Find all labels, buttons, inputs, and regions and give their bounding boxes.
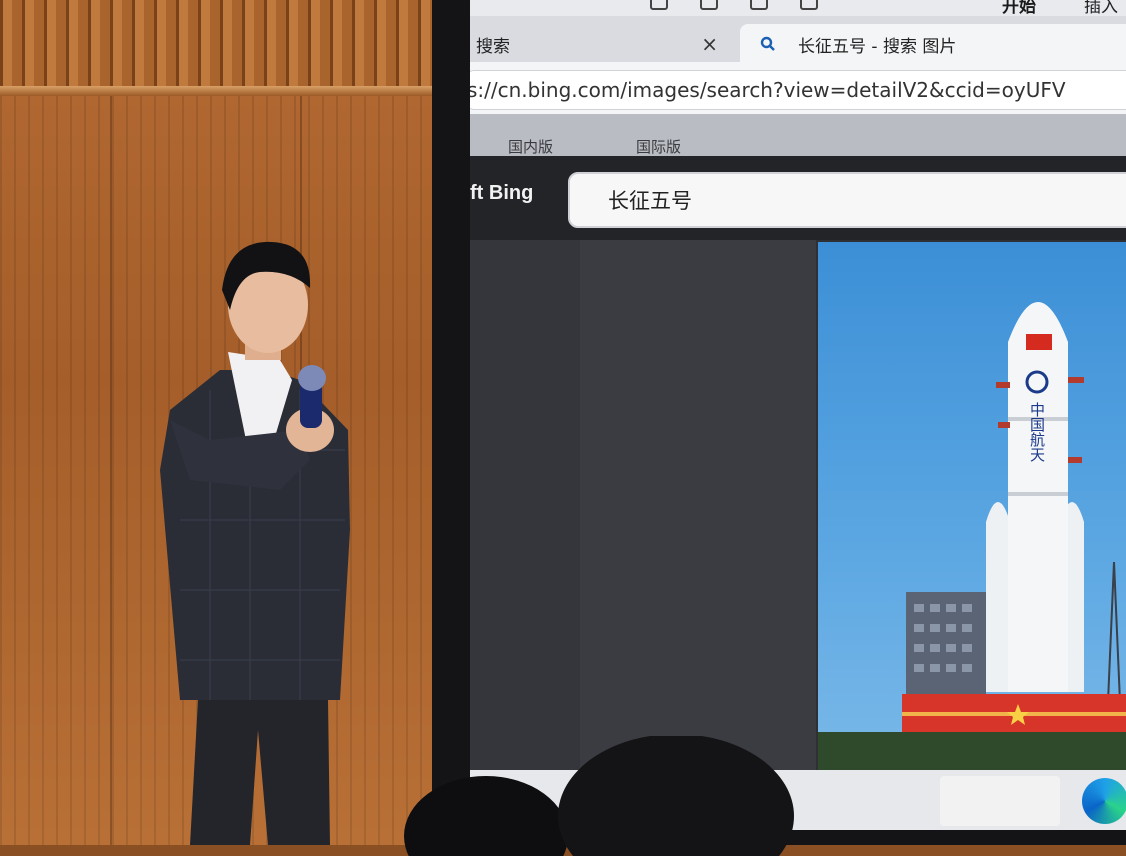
detail-info-panel: [580, 240, 816, 770]
image-detail-view: 中国航天: [470, 240, 1126, 774]
bing-market-nav: 国内版 国际版: [470, 114, 1126, 160]
rocket-illustration: 中国航天: [818, 302, 1126, 774]
lightning-tower: [1106, 561, 1122, 703]
core-stage: [1008, 302, 1068, 692]
audience-head: [558, 736, 794, 856]
tab-changzheng-images[interactable]: 长征五号 - 搜索 图片: [740, 24, 1126, 64]
audience-head: [404, 776, 568, 856]
detail-side-panel: [470, 240, 580, 770]
microphone-head: [298, 365, 326, 391]
treeline: [818, 732, 1126, 774]
ribbon-tab-start[interactable]: 开始: [1002, 0, 1036, 16]
presenter: [160, 241, 350, 845]
wall-panel-seam: [110, 96, 112, 845]
edge-browser-icon[interactable]: [1082, 778, 1126, 824]
presenter-trousers: [190, 700, 330, 845]
nav-item-domestic[interactable]: 国内版: [508, 136, 553, 157]
tab-title: 搜索: [476, 36, 510, 57]
tab-search[interactable]: 搜索 ×: [470, 24, 732, 64]
bing-search-box[interactable]: [568, 172, 1126, 228]
taskbar-thumbnail[interactable]: [940, 776, 1060, 826]
address-row: s://cn.bing.com/images/search?view=detai…: [470, 62, 1126, 114]
left-booster: [986, 502, 1010, 692]
wall-rail: [0, 86, 440, 96]
ribbon-icon[interactable]: [650, 0, 668, 10]
ribbon-tab-insert[interactable]: 插入: [1084, 0, 1118, 16]
ribbon-icon[interactable]: [800, 0, 818, 10]
nav-item-international[interactable]: 国际版: [636, 136, 681, 157]
ribbon-icon[interactable]: [750, 0, 768, 10]
wall-slats: [0, 0, 440, 92]
projected-screen: 开始 插入 搜索 × 长征五号 - 搜索 图片 s://cn.bing.com/…: [470, 0, 1126, 830]
chinese-flag-decal: [1026, 334, 1052, 350]
tab-title: 长征五号 - 搜索 图片: [798, 36, 957, 57]
audience-heads: [404, 736, 794, 856]
address-bar[interactable]: s://cn.bing.com/images/search?view=detai…: [470, 70, 1126, 110]
search-input[interactable]: [606, 174, 1126, 228]
search-icon: [760, 36, 775, 51]
rocket-body-text: 中国航天: [1028, 402, 1046, 462]
rocket-photo[interactable]: 中国航天: [818, 242, 1126, 774]
bing-logo[interactable]: ft Bing: [470, 182, 533, 205]
ribbon-icon[interactable]: [700, 0, 718, 10]
bing-header: ft Bing: [470, 156, 1126, 240]
close-icon[interactable]: ×: [701, 32, 718, 56]
office-ribbon: 开始 插入: [470, 0, 1126, 16]
browser-tab-strip: 搜索 × 长征五号 - 搜索 图片: [470, 16, 1126, 64]
